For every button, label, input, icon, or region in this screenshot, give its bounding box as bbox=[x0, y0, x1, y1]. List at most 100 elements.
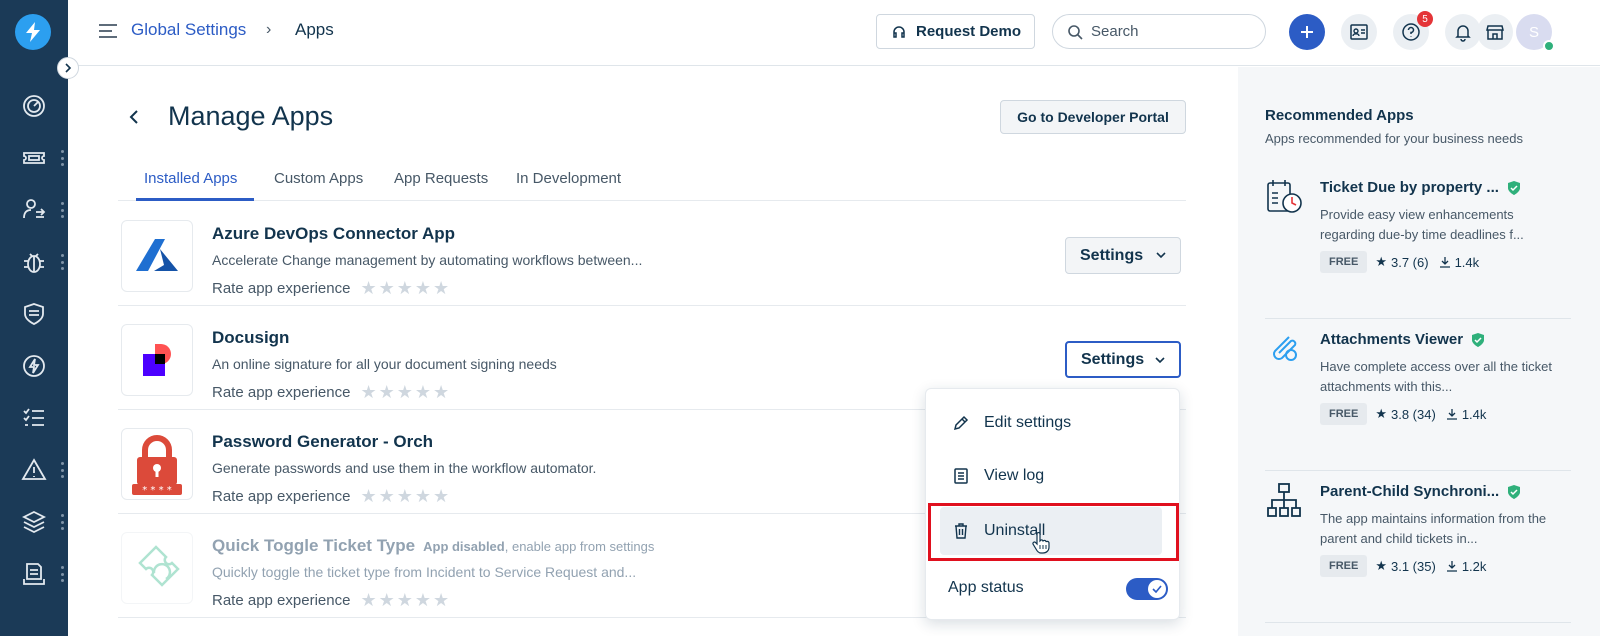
downloads-count: 1.2k bbox=[1461, 558, 1487, 574]
app-disabled-hint: , enable app from settings bbox=[504, 539, 655, 554]
star-icon: ★ bbox=[1375, 558, 1387, 573]
rate-label: Rate app experience bbox=[212, 488, 351, 505]
more-dots-icon bbox=[61, 514, 64, 530]
tab-installed-apps[interactable]: Installed Apps bbox=[144, 170, 237, 187]
task-list-icon[interactable] bbox=[0, 398, 68, 438]
online-status-dot bbox=[1543, 40, 1555, 52]
alert-icon[interactable] bbox=[0, 450, 68, 490]
more-dots-icon bbox=[61, 150, 64, 166]
recommended-app-card[interactable]: Attachments Viewer Have complete access … bbox=[1265, 319, 1571, 471]
svg-text:* * * *: * * * * bbox=[142, 485, 172, 495]
downloads-count: 1.4k bbox=[1461, 406, 1487, 422]
recommended-app-meta: FREE ★ 3.8 (34) 1.4k bbox=[1320, 403, 1486, 425]
back-arrow-icon[interactable] bbox=[126, 108, 144, 126]
developer-portal-button[interactable]: Go to Developer Portal bbox=[1000, 100, 1186, 134]
bug-icon[interactable] bbox=[0, 242, 68, 282]
automation-icon[interactable] bbox=[0, 346, 68, 386]
paperclip-logo-icon bbox=[1265, 329, 1303, 367]
rating-value: 3.7 (6) bbox=[1391, 254, 1429, 270]
breadcrumb-current: Apps bbox=[295, 20, 334, 39]
chevron-down-icon bbox=[1155, 357, 1165, 364]
recommended-app-description: Have complete access over all the ticket… bbox=[1320, 359, 1552, 394]
recommended-app-name-text: Ticket Due by property ... bbox=[1320, 179, 1499, 196]
price-badge: FREE bbox=[1320, 555, 1368, 577]
expand-sidebar-button[interactable] bbox=[57, 57, 79, 79]
app-rating: Rate app experience ★★★★★ bbox=[212, 590, 451, 611]
breadcrumb-separator: › bbox=[266, 21, 272, 38]
shield-icon[interactable] bbox=[0, 294, 68, 334]
recommended-app-meta: FREE ★ 3.7 (6) 1.4k bbox=[1320, 251, 1479, 273]
verified-shield-icon bbox=[1472, 332, 1485, 347]
app-rating: Rate app experience ★★★★★ bbox=[212, 278, 451, 299]
menu-item-edit-settings[interactable]: Edit settings bbox=[926, 399, 1181, 447]
dashboard-icon[interactable] bbox=[0, 86, 68, 126]
breadcrumb-global-settings[interactable]: Global Settings bbox=[131, 20, 246, 40]
recommended-app-card[interactable]: Parent-Child Synchroni... The app mainta… bbox=[1265, 471, 1571, 623]
request-demo-button[interactable]: Request Demo bbox=[876, 14, 1035, 49]
side-navigation bbox=[0, 0, 68, 636]
recommended-app-description: The app maintains information from the p… bbox=[1320, 511, 1547, 546]
rating-stars[interactable]: ★★★★★ bbox=[360, 486, 451, 507]
recommended-app-description: Provide easy view enhancements regarding… bbox=[1320, 207, 1524, 242]
marketplace-button[interactable] bbox=[1477, 14, 1513, 50]
store-icon bbox=[1486, 25, 1504, 40]
chevron-down-icon bbox=[1156, 252, 1166, 259]
settings-dropdown-button[interactable]: Settings bbox=[1065, 237, 1181, 274]
tab-custom-apps[interactable]: Custom Apps bbox=[274, 170, 363, 187]
recommended-app-card[interactable]: Ticket Due by property ... Provide easy … bbox=[1265, 167, 1571, 319]
rating-value: 3.8 (34) bbox=[1391, 406, 1436, 422]
product-logo-icon[interactable] bbox=[15, 14, 51, 50]
rating-stars[interactable]: ★★★★★ bbox=[360, 278, 451, 299]
search-box[interactable] bbox=[1052, 14, 1266, 49]
search-input[interactable] bbox=[1091, 23, 1241, 40]
tickets-icon[interactable] bbox=[0, 138, 68, 178]
app-rating: Rate app experience ★★★★★ bbox=[212, 382, 451, 403]
menu-item-uninstall[interactable]: Uninstall bbox=[940, 507, 1162, 555]
app-status-label: App status bbox=[948, 579, 1024, 596]
problems-icon[interactable] bbox=[0, 190, 68, 230]
check-icon bbox=[1152, 585, 1162, 593]
rating-stars[interactable]: ★★★★★ bbox=[360, 382, 451, 403]
menu-item-label: Edit settings bbox=[984, 414, 1072, 431]
hand-pointer-icon bbox=[1032, 532, 1050, 554]
settings-dropdown-button[interactable]: Settings bbox=[1065, 341, 1181, 378]
more-dots-icon bbox=[61, 254, 64, 270]
avatar[interactable]: S bbox=[1516, 14, 1555, 52]
download-icon bbox=[1439, 257, 1450, 268]
request-demo-label: Request Demo bbox=[916, 23, 1022, 40]
menu-icon[interactable] bbox=[98, 22, 118, 40]
chevron-right-icon bbox=[65, 63, 72, 73]
verified-shield-icon bbox=[1508, 484, 1521, 499]
app-description: Generate passwords and use them in the w… bbox=[212, 460, 597, 476]
reports-icon[interactable] bbox=[0, 554, 68, 594]
settings-dropdown-menu: Edit settings View log Uninstall App sta… bbox=[925, 388, 1180, 620]
star-icon: ★ bbox=[1375, 406, 1387, 421]
app-tabs: Installed Apps Custom Apps App Requests … bbox=[118, 160, 1186, 201]
new-button[interactable] bbox=[1289, 14, 1325, 50]
tab-app-requests[interactable]: App Requests bbox=[394, 170, 488, 187]
layers-icon[interactable] bbox=[0, 502, 68, 542]
recommended-app-name-text: Parent-Child Synchroni... bbox=[1320, 483, 1500, 500]
menu-item-view-log[interactable]: View log bbox=[926, 452, 1181, 500]
downloads: 1.4k bbox=[1439, 255, 1479, 270]
page-title: Manage Apps bbox=[168, 101, 334, 131]
trash-icon bbox=[955, 523, 967, 539]
recommended-app-meta: FREE ★ 3.1 (35) 1.2k bbox=[1320, 555, 1486, 577]
app-status-toggle[interactable] bbox=[1126, 578, 1168, 600]
app-name: Azure DevOps Connector App bbox=[212, 224, 456, 243]
rating-stars[interactable]: ★★★★★ bbox=[360, 590, 451, 611]
contact-card-icon bbox=[1350, 24, 1368, 40]
recommended-app-name: Attachments Viewer bbox=[1320, 331, 1485, 348]
app-name: Quick Toggle Ticket Type App disabled, en… bbox=[212, 536, 654, 556]
more-dots-icon bbox=[61, 566, 64, 582]
rate-label: Rate app experience bbox=[212, 592, 351, 609]
help-button[interactable]: 5 bbox=[1393, 11, 1433, 50]
rate-label: Rate app experience bbox=[212, 384, 351, 401]
log-icon bbox=[954, 468, 968, 484]
tab-in-development[interactable]: In Development bbox=[516, 170, 621, 187]
app-row-azure-devops: Azure DevOps Connector App Accelerate Ch… bbox=[118, 202, 1186, 306]
search-icon bbox=[1068, 24, 1083, 40]
recommended-title: Recommended Apps bbox=[1265, 107, 1414, 124]
notifications-button[interactable] bbox=[1445, 14, 1481, 50]
contacts-button[interactable] bbox=[1341, 14, 1377, 50]
